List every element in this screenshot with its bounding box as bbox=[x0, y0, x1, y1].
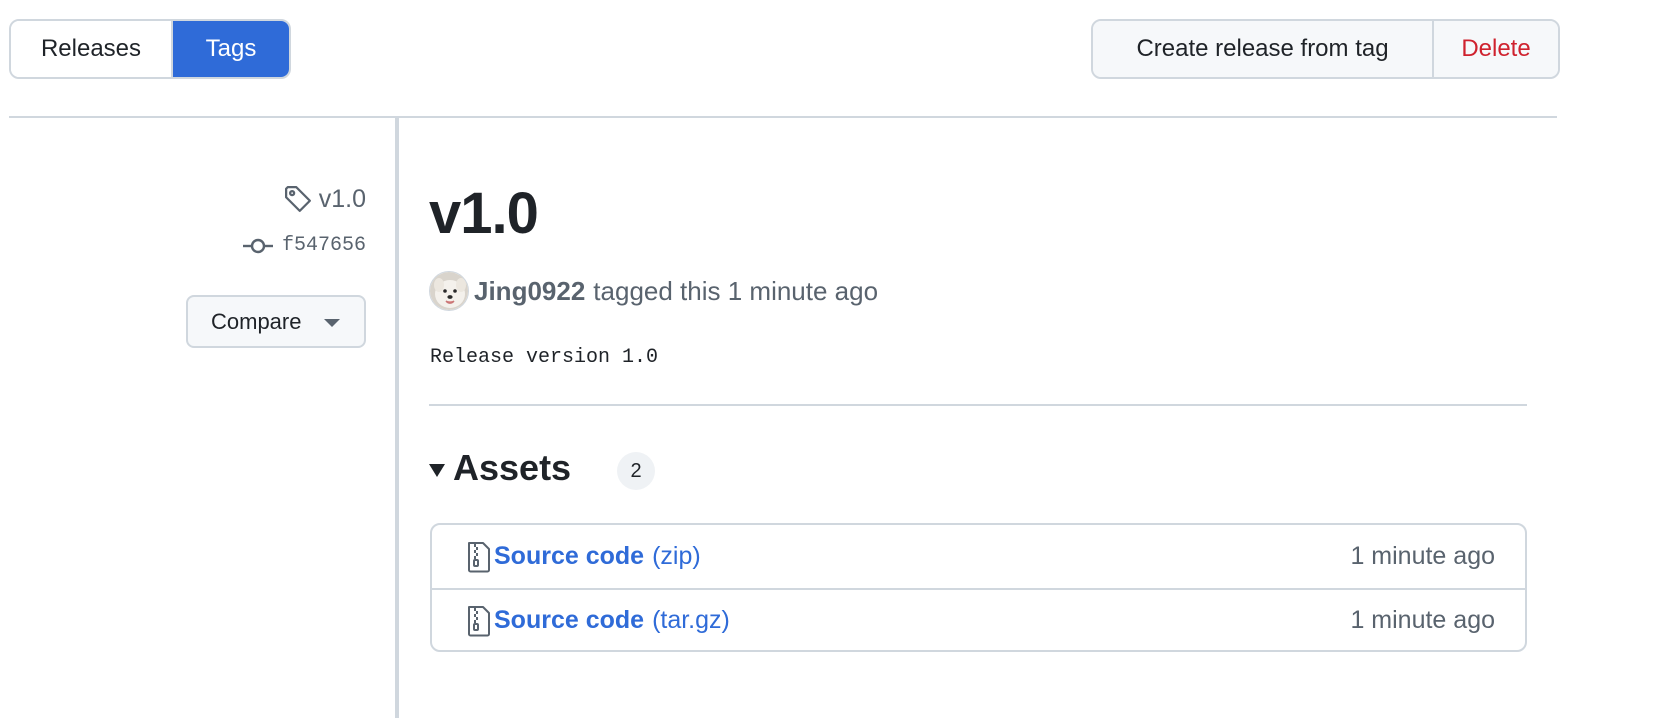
assets-list: Source code (zip) 1 minute ago Source co… bbox=[430, 523, 1527, 652]
tag-icon bbox=[283, 184, 313, 214]
asset-ext: (tar.gz) bbox=[652, 606, 730, 634]
notes-divider bbox=[429, 404, 1527, 406]
asset-name: Source code bbox=[494, 542, 645, 570]
asset-name: Source code bbox=[494, 606, 645, 634]
chevron-down-icon bbox=[324, 319, 340, 327]
tagged-time-text: tagged this 1 minute ago bbox=[593, 275, 879, 306]
commit-sha: f547656 bbox=[281, 234, 366, 257]
assets-count-badge: 2 bbox=[617, 452, 656, 490]
column-divider bbox=[395, 118, 399, 718]
release-main: v1.0 Jing0922 tagged this 1 minute ago R… bbox=[429, 118, 1529, 718]
avatar[interactable] bbox=[429, 271, 469, 311]
asset-ext: (zip) bbox=[652, 542, 701, 570]
git-commit-icon bbox=[242, 236, 274, 256]
asset-link[interactable]: Source code (tar.gz) bbox=[466, 605, 730, 637]
tags-tab[interactable]: Tags bbox=[173, 21, 289, 77]
asset-link[interactable]: Source code (zip) bbox=[466, 541, 701, 573]
release-byline: Jing0922 tagged this 1 minute ago bbox=[429, 271, 878, 311]
release-meta-column: v1.0 f547656 Compare bbox=[0, 118, 397, 718]
compare-button[interactable]: Compare bbox=[186, 295, 366, 348]
commit-link[interactable]: f547656 bbox=[242, 234, 366, 257]
asset-time: 1 minute ago bbox=[1350, 542, 1495, 570]
asset-row: Source code (tar.gz) 1 minute ago bbox=[432, 588, 1525, 650]
tag-link[interactable]: v1.0 bbox=[283, 184, 366, 214]
assets-heading: Assets bbox=[453, 447, 572, 488]
tag-name: v1.0 bbox=[318, 184, 366, 213]
compare-label: Compare bbox=[211, 308, 302, 334]
delete-button[interactable]: Delete bbox=[1434, 21, 1558, 77]
releases-tags-toggle: Releases Tags bbox=[9, 19, 291, 79]
top-bar: Releases Tags Create release from tag De… bbox=[0, 0, 1668, 118]
release-notes: Release version 1.0 bbox=[430, 346, 659, 369]
asset-time: 1 minute ago bbox=[1350, 606, 1495, 634]
assets-toggle[interactable]: Assets 2 bbox=[429, 446, 656, 490]
triangle-down-icon bbox=[429, 463, 445, 477]
releases-tab[interactable]: Releases bbox=[11, 21, 173, 77]
file-zip-icon bbox=[466, 605, 492, 637]
create-release-from-tag-button[interactable]: Create release from tag bbox=[1093, 21, 1434, 77]
release-title[interactable]: v1.0 bbox=[429, 180, 539, 248]
tag-actions: Create release from tag Delete bbox=[1091, 19, 1560, 79]
file-zip-icon bbox=[466, 541, 492, 573]
author-link[interactable]: Jing0922 bbox=[474, 276, 585, 307]
asset-row: Source code (zip) 1 minute ago bbox=[432, 525, 1525, 588]
